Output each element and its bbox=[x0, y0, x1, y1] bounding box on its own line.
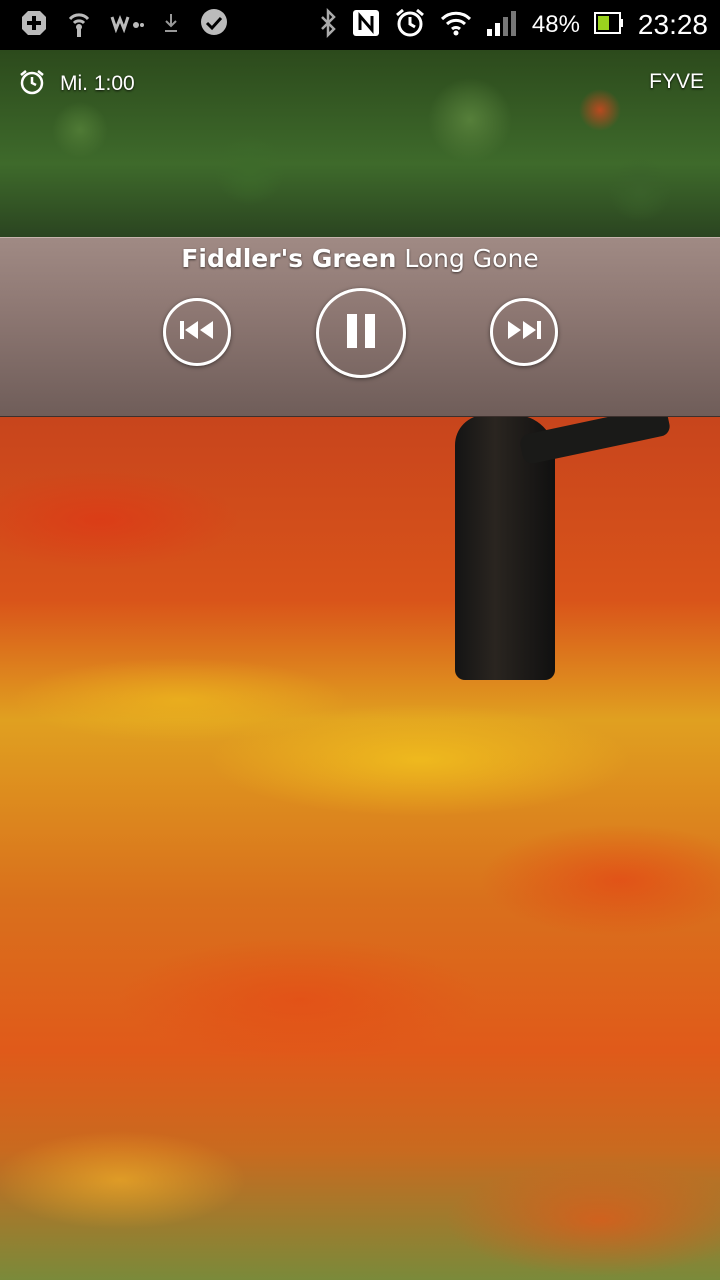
status-bar: 48% 23:28 bbox=[0, 0, 720, 50]
lockscreen-wallpaper bbox=[0, 0, 720, 1280]
previous-icon bbox=[179, 320, 215, 344]
add-icon bbox=[20, 9, 48, 41]
alarm-clock-icon bbox=[18, 68, 46, 100]
next-alarm: Mi. 1:00 bbox=[18, 68, 135, 100]
track-title: Fiddler's Green bbox=[181, 244, 397, 273]
battery-icon bbox=[593, 11, 624, 39]
cellular-signal-icon bbox=[486, 9, 518, 41]
track-artist: Long Gone bbox=[404, 244, 539, 273]
messenger-icon bbox=[198, 7, 230, 43]
battery-percent: 48% bbox=[531, 11, 580, 38]
download-icon bbox=[162, 12, 180, 38]
next-track-button[interactable] bbox=[490, 298, 558, 366]
alarm-icon bbox=[394, 7, 426, 43]
next-alarm-time: Mi. 1:00 bbox=[60, 72, 135, 95]
now-playing-text: Fiddler's Green Long Gone bbox=[0, 244, 720, 273]
nfc-icon bbox=[352, 9, 380, 41]
status-bar-clock: 23:28 bbox=[637, 9, 708, 40]
previous-track-button[interactable] bbox=[163, 298, 231, 366]
pause-button[interactable] bbox=[316, 288, 406, 378]
carrier-name: FYVE bbox=[649, 70, 704, 93]
music-player-widget: Fiddler's Green Long Gone bbox=[0, 237, 720, 417]
pause-icon bbox=[346, 313, 376, 353]
wifi-icon bbox=[440, 9, 472, 41]
wifi-signal-icon bbox=[66, 9, 92, 41]
bluetooth-icon bbox=[318, 7, 338, 42]
next-icon bbox=[506, 320, 542, 344]
walkman-icon bbox=[110, 13, 144, 37]
